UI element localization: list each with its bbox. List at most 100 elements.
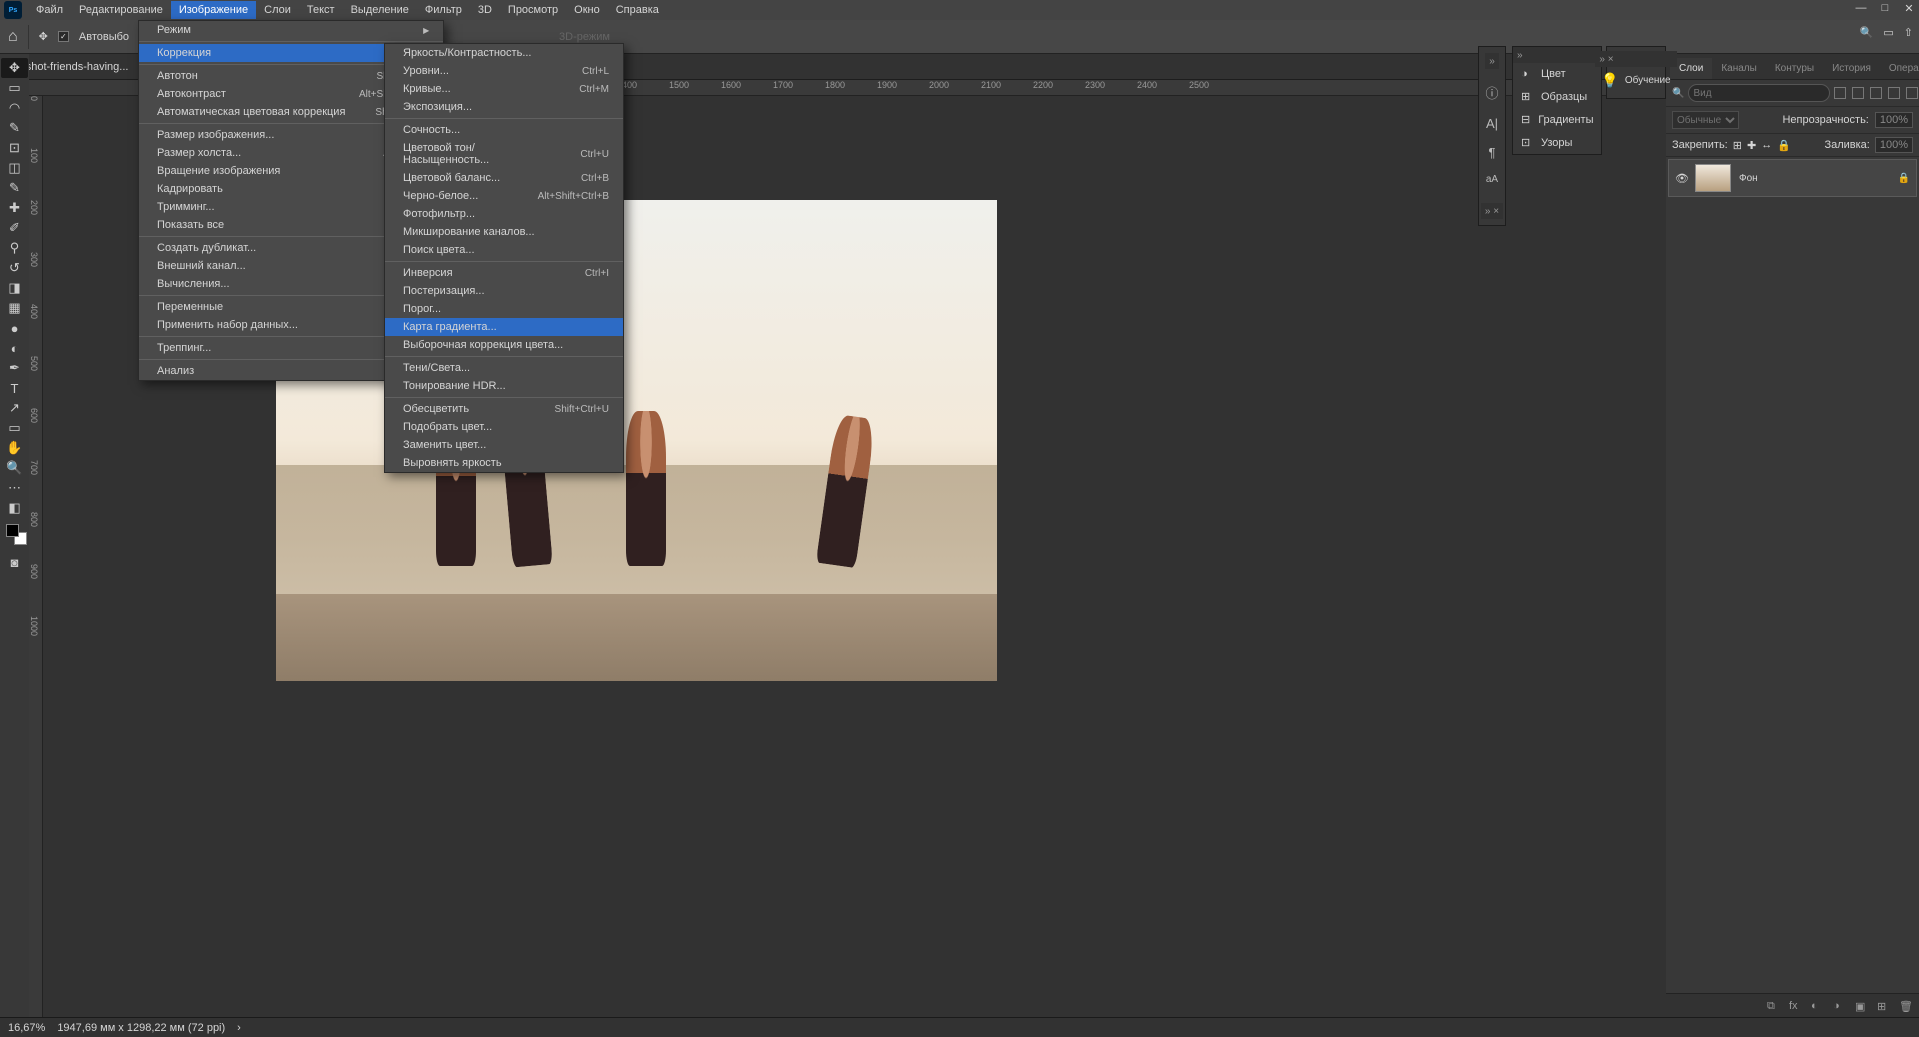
menuitem[interactable]: Выровнять яркость (385, 454, 623, 472)
zoom-value[interactable]: 16,67% (8, 1022, 45, 1034)
menuitem[interactable]: Фотофильтр... (385, 205, 623, 223)
menuitem[interactable]: Уровни...Ctrl+L (385, 62, 623, 80)
frame-tool[interactable]: ◫ (1, 158, 28, 178)
menuitem[interactable]: Сочность... (385, 121, 623, 139)
edit-toolbar[interactable]: ◧ (1, 498, 28, 518)
tab-Операции[interactable]: Операции (1880, 58, 1919, 79)
visibility-icon[interactable]: 👁 (1675, 172, 1687, 185)
menuitem[interactable]: Черно-белое...Alt+Shift+Ctrl+B (385, 187, 623, 205)
hand-tool[interactable]: ✋ (1, 438, 28, 458)
menuitem[interactable]: Цветовой баланс...Ctrl+B (385, 169, 623, 187)
menuitem[interactable]: Выборочная коррекция цвета... (385, 336, 623, 354)
filter-pixel-icon[interactable] (1834, 87, 1846, 99)
menu-справка[interactable]: Справка (608, 1, 667, 19)
shape-tool[interactable]: ▭ (1, 418, 28, 438)
workspace-icon[interactable]: ▭ (1883, 26, 1893, 39)
menuitem[interactable]: ОбесцветитьShift+Ctrl+U (385, 400, 623, 418)
more-tools[interactable]: ⋯ (1, 478, 28, 498)
filter-adjust-icon[interactable] (1852, 87, 1864, 99)
pen-tool[interactable]: ✒ (1, 358, 28, 378)
gradient-tool[interactable]: ▦ (1, 298, 28, 318)
search-icon[interactable]: 🔍 (1860, 26, 1874, 39)
menu-изображение[interactable]: Изображение (171, 1, 256, 19)
tab-Контуры[interactable]: Контуры (1766, 58, 1823, 79)
move-tool-icon[interactable]: ✥ (39, 30, 48, 43)
group-icon[interactable]: ▣ (1855, 1000, 1867, 1012)
tab-Каналы[interactable]: Каналы (1712, 58, 1766, 79)
adjustment-icon[interactable]: ◑ (1833, 1000, 1845, 1012)
text-tool[interactable]: T (1, 378, 28, 398)
menu-редактирование[interactable]: Редактирование (71, 1, 171, 19)
zoom-tool[interactable]: 🔍 (1, 458, 28, 478)
crop-tool[interactable]: ⊡ (1, 138, 28, 158)
filter-text-icon[interactable] (1870, 87, 1882, 99)
menuitem[interactable]: Микширование каналов... (385, 223, 623, 241)
blend-mode-select[interactable]: Обычные (1672, 111, 1739, 129)
filter-smart-icon[interactable] (1906, 87, 1918, 99)
filter-shape-icon[interactable] (1888, 87, 1900, 99)
blur-tool[interactable]: ● (1, 318, 28, 338)
menuitem[interactable]: Экспозиция... (385, 98, 623, 116)
character-icon[interactable]: A| (1486, 116, 1498, 131)
menuitem[interactable]: Тени/Света... (385, 359, 623, 377)
menu-выделение[interactable]: Выделение (343, 1, 417, 19)
share-icon[interactable]: ⇧ (1904, 26, 1913, 39)
menuitem[interactable]: ИнверсияCtrl+I (385, 264, 623, 282)
status-arrow-icon[interactable]: › (237, 1022, 241, 1034)
menu-3d[interactable]: 3D (470, 1, 500, 19)
lasso-tool[interactable]: ◠ (1, 98, 28, 118)
menuitem[interactable]: Поиск цвета... (385, 241, 623, 259)
layer-filter-input[interactable] (1688, 84, 1830, 102)
menuitem[interactable]: Подобрать цвет... (385, 418, 623, 436)
panel-tab-Образцы[interactable]: ⊞Образцы (1513, 85, 1601, 108)
paragraph-icon[interactable]: ¶ (1489, 145, 1496, 160)
color-swatch[interactable] (6, 524, 24, 542)
home-icon[interactable]: ⌂ (8, 28, 18, 46)
brush-tool[interactable]: ✐ (1, 218, 28, 238)
lock-all-icon[interactable]: 🔒 (1777, 139, 1791, 152)
path-tool[interactable]: ↗ (1, 398, 28, 418)
maximize-icon[interactable]: □ (1879, 2, 1891, 15)
move-tool[interactable]: ✥ (1, 58, 28, 78)
menuitem[interactable]: Кривые...Ctrl+M (385, 80, 623, 98)
layer-thumbnail[interactable] (1695, 164, 1731, 192)
quickmask-tool[interactable]: ◙ (1, 552, 28, 572)
dodge-tool[interactable]: ◐ (1, 338, 28, 358)
delete-icon[interactable]: 🗑 (1899, 1000, 1911, 1012)
info-icon[interactable]: ⓘ (1485, 83, 1498, 102)
eyedropper-tool[interactable]: ✎ (1, 178, 28, 198)
menu-просмотр[interactable]: Просмотр (500, 1, 566, 19)
minimize-icon[interactable]: — (1855, 2, 1867, 15)
close-icon[interactable]: ✕ (1903, 2, 1915, 15)
menu-текст[interactable]: Текст (299, 1, 343, 19)
fx-icon[interactable]: fx (1789, 1000, 1801, 1012)
glyph-icon[interactable]: aA (1486, 174, 1498, 185)
menuitem[interactable]: Тонирование HDR... (385, 377, 623, 395)
menuitem[interactable]: Постеризация... (385, 282, 623, 300)
clone-tool[interactable]: ⚲ (1, 238, 28, 258)
menuitem[interactable]: Цветовой тон/Насыщенность...Ctrl+U (385, 139, 623, 169)
lock-move-icon[interactable]: ↔ (1761, 139, 1772, 151)
menuitem[interactable]: Яркость/Контрастность... (385, 44, 623, 62)
history-brush-tool[interactable]: ↺ (1, 258, 28, 278)
lightbulb-icon[interactable]: 💡 (1601, 72, 1618, 89)
menu-слои[interactable]: Слои (256, 1, 299, 19)
autoselect-checkbox[interactable]: ✓ (58, 31, 69, 42)
menu-фильтр[interactable]: Фильтр (417, 1, 470, 19)
panel-tab-Градиенты[interactable]: ⊟Градиенты (1513, 108, 1601, 131)
panel-tab-Узоры[interactable]: ⊡Узоры (1513, 131, 1601, 154)
layer-row[interactable]: 👁 Фон 🔒 (1668, 159, 1917, 197)
menuitem[interactable]: Порог... (385, 300, 623, 318)
newlayer-icon[interactable]: ⊞ (1877, 1000, 1889, 1012)
menuitem[interactable]: Карта градиента... (385, 318, 623, 336)
marquee-tool[interactable]: ▭ (1, 78, 28, 98)
panel-tab-Цвет[interactable]: ◑Цвет (1513, 63, 1601, 85)
lock-pixels-icon[interactable]: ⊞ (1733, 139, 1742, 152)
menuitem[interactable]: Режим▶ (139, 21, 443, 39)
lock-position-icon[interactable]: ✚ (1747, 139, 1756, 152)
quick-select-tool[interactable]: ✎ (1, 118, 28, 138)
link-icon[interactable]: ⧉ (1767, 1000, 1779, 1012)
fill-value[interactable]: 100% (1875, 137, 1913, 153)
menuitem[interactable]: Заменить цвет... (385, 436, 623, 454)
tab-История[interactable]: История (1823, 58, 1880, 79)
